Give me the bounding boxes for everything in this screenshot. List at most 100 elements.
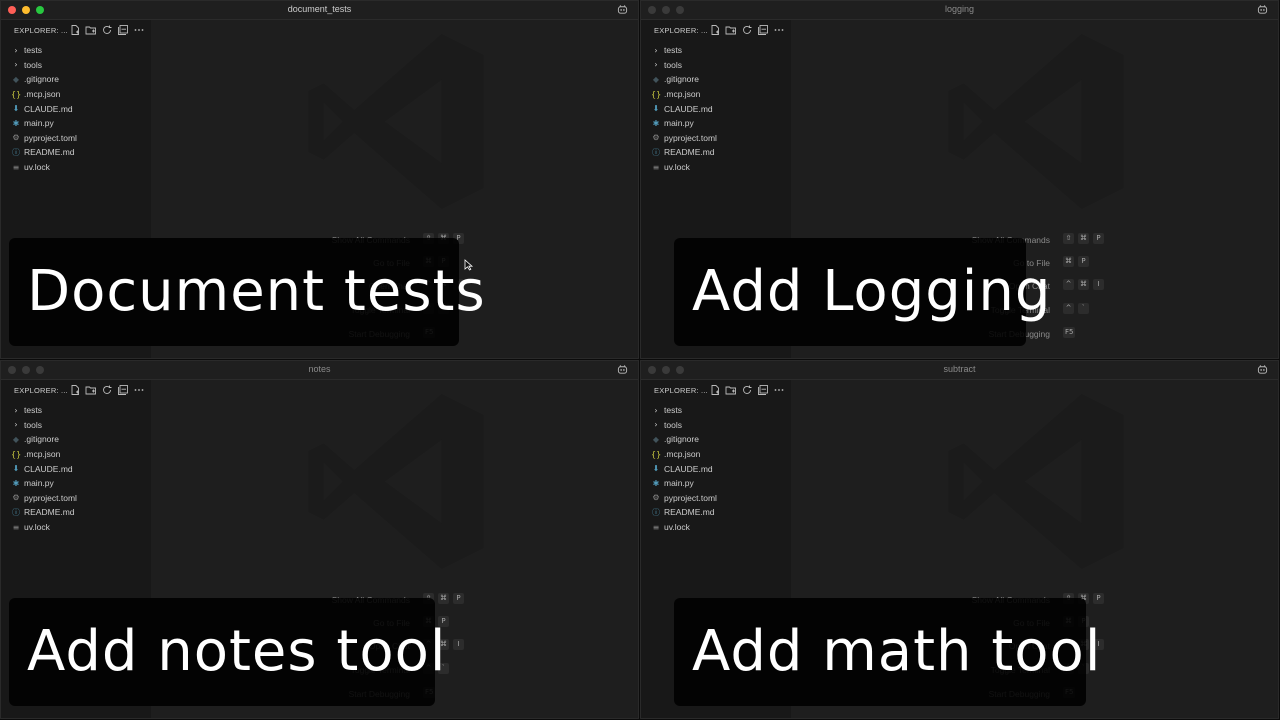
tree-item-label: CLAUDE.md xyxy=(664,463,713,474)
copilot-icon[interactable] xyxy=(1257,4,1268,15)
caption-overlay: Add math tool xyxy=(674,598,1100,706)
collapse-all-icon[interactable] xyxy=(757,24,769,36)
more-actions-icon[interactable] xyxy=(773,384,785,396)
tree-item[interactable]: › tests xyxy=(1,43,151,58)
tree-item[interactable]: {} .mcp.json xyxy=(1,447,151,462)
caption-overlay: Add notes tool xyxy=(9,598,445,706)
tree-item[interactable]: ≡ uv.lock xyxy=(641,160,791,175)
tree-item-label: .gitignore xyxy=(24,434,59,445)
tree-item-label: README.md xyxy=(664,507,715,518)
refresh-icon[interactable] xyxy=(741,24,753,36)
json-braces-icon: {} xyxy=(11,449,22,459)
new-file-icon[interactable] xyxy=(69,24,81,36)
info-icon: ⓘ xyxy=(12,147,20,157)
key-cap: ^ xyxy=(1063,279,1074,290)
tree-item[interactable]: › tests xyxy=(641,43,791,58)
new-file-icon[interactable] xyxy=(709,24,721,36)
tree-item-label: pyproject.toml xyxy=(24,132,77,143)
tree-item[interactable]: ⓘ README.md xyxy=(641,145,791,160)
key-cap: I xyxy=(1093,279,1104,290)
new-file-icon[interactable] xyxy=(709,384,721,396)
tree-item[interactable]: ⚙ pyproject.toml xyxy=(1,491,151,506)
chevron-right-icon: › xyxy=(14,45,18,55)
tree-item[interactable]: › tests xyxy=(1,403,151,418)
tree-item[interactable]: ⓘ README.md xyxy=(1,505,151,520)
chevron-right-icon: › xyxy=(14,420,18,430)
tree-item-label: tests xyxy=(24,45,42,56)
tree-item-label: .mcp.json xyxy=(664,89,701,100)
tree-item[interactable]: ⬇ CLAUDE.md xyxy=(641,101,791,116)
new-folder-icon[interactable] xyxy=(725,24,737,36)
tree-item[interactable]: ◆ .gitignore xyxy=(641,432,791,447)
tree-item-label: uv.lock xyxy=(664,162,690,173)
more-actions-icon[interactable] xyxy=(133,384,145,396)
tree-item-label: .mcp.json xyxy=(664,449,701,460)
tree-item[interactable]: ≡ uv.lock xyxy=(1,520,151,535)
tree-item-label: README.md xyxy=(24,147,75,158)
tree-item-label: README.md xyxy=(24,507,75,518)
tree-item-label: pyproject.toml xyxy=(24,492,77,503)
tree-item[interactable]: ✱ main.py xyxy=(641,116,791,131)
copilot-icon[interactable] xyxy=(617,4,628,15)
tree-item[interactable]: › tools xyxy=(1,58,151,73)
refresh-icon[interactable] xyxy=(101,384,113,396)
tree-item[interactable]: ✱ main.py xyxy=(641,476,791,491)
collapse-all-icon[interactable] xyxy=(117,384,129,396)
tree-item[interactable]: ≡ uv.lock xyxy=(1,160,151,175)
tree-item[interactable]: ⚙ pyproject.toml xyxy=(641,131,791,146)
tree-item[interactable]: › tools xyxy=(641,58,791,73)
explorer-header: EXPLORER: ... xyxy=(14,26,68,35)
new-file-icon[interactable] xyxy=(69,384,81,396)
tree-item[interactable]: ✱ main.py xyxy=(1,476,151,491)
copilot-icon[interactable] xyxy=(1257,364,1268,375)
new-folder-icon[interactable] xyxy=(85,384,97,396)
tree-item[interactable]: ⚙ pyproject.toml xyxy=(641,491,791,506)
tree-item-label: tests xyxy=(24,405,42,416)
tree-item[interactable]: ◆ .gitignore xyxy=(641,72,791,87)
refresh-icon[interactable] xyxy=(741,384,753,396)
tree-item[interactable]: ≡ uv.lock xyxy=(641,520,791,535)
tree-item[interactable]: › tools xyxy=(641,418,791,433)
key-cap: ` xyxy=(1078,303,1089,314)
tree-item-label: .mcp.json xyxy=(24,89,61,100)
tree-item[interactable]: › tools xyxy=(1,418,151,433)
tree-item[interactable]: {} .mcp.json xyxy=(1,87,151,102)
tree-item[interactable]: ⬇ CLAUDE.md xyxy=(1,101,151,116)
explorer-toolbar xyxy=(69,24,145,36)
tree-item[interactable]: {} .mcp.json xyxy=(641,447,791,462)
tree-item[interactable]: ⓘ README.md xyxy=(1,145,151,160)
tree-item[interactable]: › tests xyxy=(641,403,791,418)
window-title: notes xyxy=(308,364,331,374)
markdown-arrow-icon: ⬇ xyxy=(652,464,660,474)
tree-item-label: uv.lock xyxy=(664,522,690,533)
lines-icon: ≡ xyxy=(12,522,20,532)
more-actions-icon[interactable] xyxy=(133,24,145,36)
tree-item[interactable]: ⬇ CLAUDE.md xyxy=(641,461,791,476)
tree-item[interactable]: ⬇ CLAUDE.md xyxy=(1,461,151,476)
python-icon: ✱ xyxy=(12,478,20,488)
caption-text: Add Logging xyxy=(692,259,1052,324)
window-tile: notes EXPLORER: ... › tests › tools ◆ .gitign… xyxy=(0,360,640,720)
tree-item[interactable]: ◆ .gitignore xyxy=(1,432,151,447)
tree-item-label: .gitignore xyxy=(664,74,699,85)
more-actions-icon[interactable] xyxy=(773,24,785,36)
chevron-right-icon: › xyxy=(654,420,658,430)
caption-text: Document tests xyxy=(27,259,486,324)
tree-item[interactable]: ◆ .gitignore xyxy=(1,72,151,87)
tree-item-label: .gitignore xyxy=(24,74,59,85)
tree-item[interactable]: ✱ main.py xyxy=(1,116,151,131)
tree-item[interactable]: ⓘ README.md xyxy=(641,505,791,520)
tree-item[interactable]: {} .mcp.json xyxy=(641,87,791,102)
refresh-icon[interactable] xyxy=(101,24,113,36)
gear-icon: ⚙ xyxy=(12,133,20,143)
key-cap: P xyxy=(1093,593,1104,604)
tree-item-label: main.py xyxy=(24,118,54,129)
collapse-all-icon[interactable] xyxy=(117,24,129,36)
new-folder-icon[interactable] xyxy=(725,384,737,396)
tree-item[interactable]: ⚙ pyproject.toml xyxy=(1,131,151,146)
new-folder-icon[interactable] xyxy=(85,24,97,36)
collapse-all-icon[interactable] xyxy=(757,384,769,396)
window-tile: logging EXPLORER: ... › tests › tools ◆ .giti… xyxy=(640,0,1280,360)
key-cap: ⌘ xyxy=(438,593,449,604)
copilot-icon[interactable] xyxy=(617,364,628,375)
